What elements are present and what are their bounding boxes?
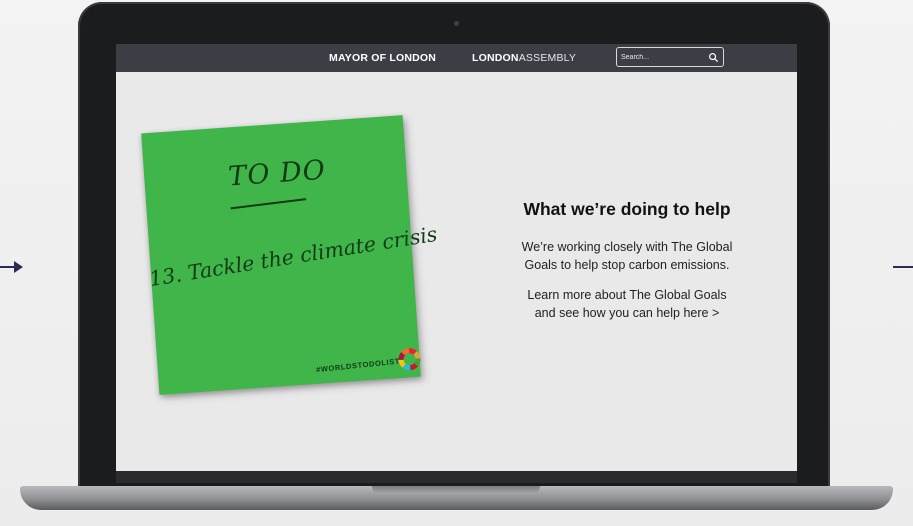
intro-paragraph: We’re working closely with The Global Go… xyxy=(482,238,772,274)
search-icon[interactable] xyxy=(708,52,719,63)
laptop-notch xyxy=(372,486,540,494)
london-assembly-logo[interactable]: LONDONASSEMBLY xyxy=(472,52,576,64)
learn-more-paragraph: Learn more about The Global Goals and se… xyxy=(482,286,772,322)
intro-line-2: Goals to help stop carbon emissions. xyxy=(524,258,730,272)
note-underline xyxy=(230,198,307,210)
london-assembly-logo-light: ASSEMBLY xyxy=(518,52,577,64)
mayor-of-london-logo[interactable]: MAYOR OF LONDON xyxy=(329,52,436,64)
decorative-line xyxy=(893,266,913,268)
note-task: 13. Tackle the climate crisis xyxy=(147,221,439,292)
london-assembly-logo-bold: LONDON xyxy=(472,52,519,64)
search-input[interactable] xyxy=(621,51,701,64)
camera-dot xyxy=(454,21,459,26)
learn-more-line-1: Learn more about The Global Goals xyxy=(527,288,727,302)
note-hashtag: #WORLDSTODOLIST xyxy=(315,356,401,375)
laptop-screen: MAYOR OF LONDON LONDONASSEMBLY TO DO 13.… xyxy=(116,44,797,471)
sticky-note: TO DO 13. Tackle the climate crisis #WOR… xyxy=(141,115,439,395)
intro-line-1: We’re working closely with The Global xyxy=(521,240,733,254)
arrow-right-icon xyxy=(0,261,23,273)
site-header: MAYOR OF LONDON LONDONASSEMBLY xyxy=(116,44,797,72)
search-box[interactable] xyxy=(616,47,724,67)
sdg-wheel-icon xyxy=(398,348,421,371)
note-title: TO DO xyxy=(227,154,327,193)
help-here-link[interactable]: and see how you can help here > xyxy=(535,306,720,320)
section-heading: What we’re doing to help xyxy=(523,199,731,219)
screen-bezel-bottom xyxy=(116,471,797,483)
